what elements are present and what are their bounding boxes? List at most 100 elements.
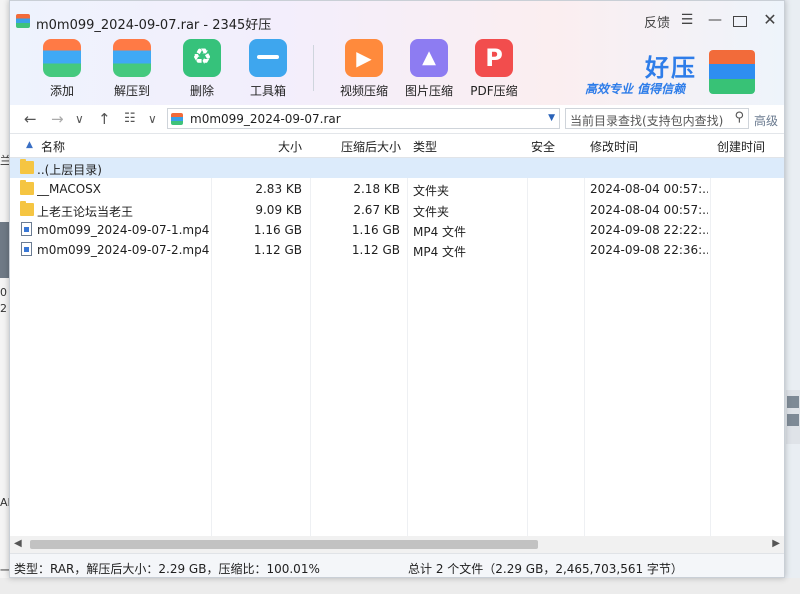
scroll-thumb[interactable] bbox=[30, 540, 538, 549]
delete-button[interactable]: 删除 bbox=[172, 39, 232, 99]
close-icon[interactable]: ✕ bbox=[762, 10, 778, 29]
brand-slogan: 高效专业 值得信赖 bbox=[585, 82, 686, 96]
video-compress-button[interactable]: 视频压缩 bbox=[334, 39, 394, 99]
desktop-right-strip bbox=[786, 390, 800, 444]
sort-up-icon: ▲ bbox=[26, 140, 33, 150]
view-mode-icon[interactable]: ☷ bbox=[124, 111, 136, 126]
column-packed-size[interactable]: 压缩后大小 bbox=[315, 138, 401, 155]
path-dropdown-icon[interactable]: ▼ bbox=[548, 113, 555, 123]
extract-icon bbox=[113, 39, 151, 77]
file-name: 上老王论坛当老王 bbox=[37, 205, 134, 219]
window-title: m0m099_2024-09-07.rar - 2345好压 bbox=[36, 18, 272, 33]
file-size: 1.16 GB bbox=[253, 223, 302, 237]
add-label: 添加 bbox=[49, 84, 74, 98]
minimize-icon[interactable]: — bbox=[707, 12, 723, 28]
brand-logo: 好压 高效专业 值得信赖 bbox=[585, 46, 780, 96]
horizontal-scrollbar[interactable]: ◀ ▶ bbox=[10, 536, 784, 553]
pdf-compress-button[interactable]: PDF压缩 bbox=[464, 39, 524, 99]
window-header: m0m099_2024-09-07.rar - 2345好压 反馈 ☰ — ✕ … bbox=[10, 1, 784, 105]
file-modified: 2024-09-08 22:22:... bbox=[590, 223, 708, 237]
table-row[interactable]: m0m099_2024-09-07-1.mp4 * 1.16 GB 1.16 G… bbox=[10, 220, 784, 240]
table-row[interactable]: 上老王论坛当老王 9.09 KB 2.67 KB 文件夹 2024-08-04 … bbox=[10, 200, 784, 220]
titlebar[interactable]: m0m099_2024-09-07.rar - 2345好压 反馈 ☰ — ✕ bbox=[10, 1, 784, 41]
file-packed-size: 1.12 GB bbox=[351, 243, 400, 257]
image-compress-label: 图片压缩 bbox=[404, 84, 453, 98]
folder-icon bbox=[20, 180, 34, 195]
file-type: MP4 文件 bbox=[413, 225, 467, 239]
column-name[interactable]: 名称 bbox=[41, 138, 65, 155]
delete-label: 删除 bbox=[189, 84, 214, 98]
scroll-right-icon[interactable]: ▶ bbox=[772, 538, 780, 549]
path-text: m0m099_2024-09-07.rar bbox=[190, 112, 341, 126]
file-type: 文件夹 bbox=[413, 184, 450, 198]
address-bar: ← → ∨ ↑ ☷ ∨ m0m099_2024-09-07.rar ▼ 当前目录… bbox=[10, 105, 784, 134]
image-compress-button[interactable]: 图片压缩 bbox=[399, 39, 459, 99]
folder-icon bbox=[20, 201, 34, 216]
menu-icon[interactable]: ☰ bbox=[679, 12, 695, 28]
file-size: 9.09 KB bbox=[255, 203, 302, 217]
file-modified: 2024-08-04 00:57:... bbox=[590, 182, 708, 196]
folder-icon bbox=[20, 159, 34, 174]
video-compress-label: 视频压缩 bbox=[339, 84, 388, 98]
file-modified: 2024-09-08 22:36:... bbox=[590, 243, 708, 257]
table-row[interactable]: m0m099_2024-09-07-2.mp4 * 1.12 GB 1.12 G… bbox=[10, 240, 784, 260]
file-type: 文件夹 bbox=[413, 205, 450, 219]
history-dropdown-icon[interactable]: ∨ bbox=[75, 112, 84, 126]
file-type: MP4 文件 bbox=[413, 245, 467, 259]
rar-icon bbox=[171, 113, 183, 125]
pdf-compress-label: PDF压缩 bbox=[470, 84, 518, 98]
add-button[interactable]: 添加 bbox=[32, 39, 92, 99]
status-bar: 类型：RAR，解压后大小：2.29 GB，压缩比：100.01% 总计 2 个文… bbox=[10, 553, 784, 577]
forward-icon[interactable]: → bbox=[51, 110, 64, 128]
total-info: 总计 2 个文件（2.29 GB，2,465,703,561 字节） bbox=[408, 562, 683, 576]
toolbox-label: 工具箱 bbox=[249, 84, 286, 98]
file-size: 1.12 GB bbox=[253, 243, 302, 257]
file-packed-size: 2.18 KB bbox=[353, 182, 400, 196]
file-modified: 2024-08-04 00:57:... bbox=[590, 203, 708, 217]
maximize-icon[interactable] bbox=[733, 16, 747, 27]
file-list: ▲ 名称 大小 压缩后大小 类型 安全 修改时间 创建时间 ..(上层目录) _… bbox=[10, 134, 784, 536]
column-modified[interactable]: 修改时间 bbox=[590, 138, 638, 155]
pdf-icon bbox=[475, 39, 513, 77]
extract-button[interactable]: 解压到 bbox=[102, 39, 162, 99]
video-icon bbox=[345, 39, 383, 77]
app-icon bbox=[16, 14, 30, 28]
column-type[interactable]: 类型 bbox=[413, 138, 437, 155]
column-size[interactable]: 大小 bbox=[220, 138, 302, 155]
archive-info: 类型：RAR，解压后大小：2.29 GB，压缩比：100.01% bbox=[14, 562, 320, 576]
scroll-left-icon[interactable]: ◀ bbox=[14, 538, 22, 549]
video-file-icon bbox=[21, 242, 32, 256]
file-name: ..(上层目录) bbox=[37, 163, 102, 177]
column-security[interactable]: 安全 bbox=[531, 138, 555, 155]
brand-archive-icon bbox=[709, 50, 755, 94]
desktop-bottom-strip bbox=[0, 578, 800, 594]
recycle-icon bbox=[183, 39, 221, 77]
up-icon[interactable]: ↑ bbox=[98, 110, 111, 128]
toolbox-icon bbox=[249, 39, 287, 77]
search-icon[interactable]: ⚲ bbox=[734, 110, 744, 125]
toolbar-separator bbox=[313, 45, 314, 91]
archive-window: m0m099_2024-09-07.rar - 2345好压 反馈 ☰ — ✕ … bbox=[9, 0, 785, 578]
column-created[interactable]: 创建时间 bbox=[717, 138, 765, 155]
add-archive-icon bbox=[43, 39, 81, 77]
list-header: ▲ 名称 大小 压缩后大小 类型 安全 修改时间 创建时间 bbox=[10, 134, 784, 158]
image-icon bbox=[410, 39, 448, 77]
feedback-button[interactable]: 反馈 bbox=[644, 12, 670, 31]
brand-name: 好压 bbox=[645, 54, 697, 82]
view-dropdown-icon[interactable]: ∨ bbox=[148, 112, 157, 126]
file-name: m0m099_2024-09-07-2.mp4 * bbox=[37, 243, 209, 257]
back-icon[interactable]: ← bbox=[24, 110, 37, 128]
table-row[interactable]: ..(上层目录) bbox=[10, 158, 784, 178]
file-name: __MACOSX bbox=[37, 182, 102, 196]
video-file-icon bbox=[21, 222, 32, 236]
advanced-search-link[interactable]: 高级 bbox=[754, 112, 778, 129]
search-placeholder: 当前目录查找(支持包内查找) bbox=[570, 114, 724, 128]
file-name: m0m099_2024-09-07-1.mp4 * bbox=[37, 223, 209, 237]
extract-label: 解压到 bbox=[113, 84, 150, 98]
file-size: 2.83 KB bbox=[255, 182, 302, 196]
table-row[interactable]: __MACOSX 2.83 KB 2.18 KB 文件夹 2024-08-04 … bbox=[10, 179, 784, 199]
file-packed-size: 1.16 GB bbox=[351, 223, 400, 237]
toolbox-button[interactable]: 工具箱 bbox=[238, 39, 298, 99]
search-input[interactable]: 当前目录查找(支持包内查找) ⚲ bbox=[565, 108, 749, 129]
path-field[interactable]: m0m099_2024-09-07.rar ▼ bbox=[167, 108, 560, 129]
